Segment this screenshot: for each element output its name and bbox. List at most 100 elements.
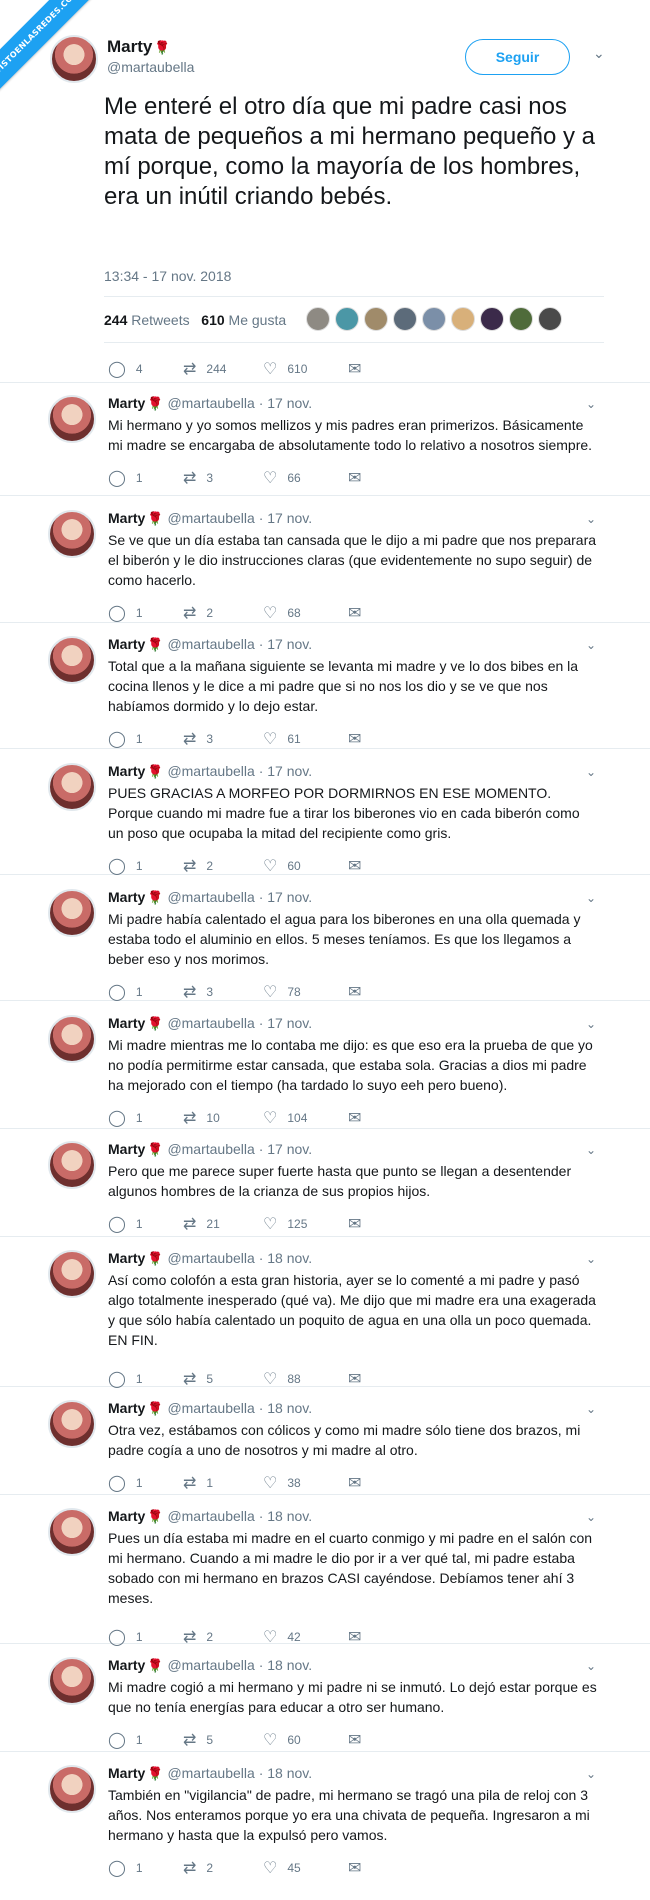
liker-avatar[interactable] [393, 307, 417, 331]
liker-avatar[interactable] [480, 307, 504, 331]
reply-date[interactable]: · 18 nov. [259, 1400, 312, 1416]
author-name[interactable]: Marty [108, 1508, 145, 1524]
message-button[interactable]: ✉ [348, 1108, 371, 1128]
reply-date[interactable]: · 17 nov. [259, 1141, 312, 1157]
author-handle[interactable]: @martaubella [167, 1657, 254, 1673]
message-button[interactable]: ✉ [348, 1858, 371, 1878]
author-handle[interactable]: @martaubella [167, 1765, 254, 1781]
avatar[interactable] [48, 1400, 96, 1448]
like-button[interactable]: ♡ 38 [263, 1473, 301, 1493]
author-name[interactable]: Marty [108, 636, 145, 652]
liker-avatar[interactable] [509, 307, 533, 331]
message-button[interactable]: ✉ [348, 1627, 371, 1647]
chevron-down-icon[interactable]: ⌄ [586, 891, 596, 905]
chevron-down-icon[interactable]: ⌄ [586, 638, 596, 652]
reply-date[interactable]: · 18 nov. [259, 1508, 312, 1524]
reply-date[interactable]: · 17 nov. [259, 395, 312, 411]
chevron-down-icon[interactable]: ⌄ [586, 1017, 596, 1031]
reply-date[interactable]: · 18 nov. [259, 1765, 312, 1781]
author-handle[interactable]: @martaubella [167, 395, 254, 411]
reply-button[interactable]: ◯ 1 [108, 1369, 143, 1389]
author-handle[interactable]: @martaubella [167, 1250, 254, 1266]
avatar[interactable] [50, 35, 98, 83]
chevron-down-icon[interactable]: ⌄ [586, 397, 596, 411]
reply-button[interactable]: ◯ 1 [108, 1473, 143, 1493]
author-name[interactable]: Marty [108, 1015, 145, 1031]
author-name[interactable]: Marty [108, 510, 145, 526]
message-button[interactable]: ✉ [348, 1214, 371, 1234]
like-button[interactable]: ♡ 68 [263, 603, 301, 623]
reply-button[interactable]: ◯ 1 [108, 1108, 143, 1128]
avatar[interactable] [48, 1015, 96, 1063]
liker-avatar[interactable] [451, 307, 475, 331]
chevron-down-icon[interactable]: ⌄ [586, 512, 596, 526]
liker-avatar[interactable] [306, 307, 330, 331]
reply-button[interactable]: ◯ 1 [108, 856, 143, 876]
author-handle[interactable]: @martaubella [107, 59, 194, 75]
avatar[interactable] [48, 395, 96, 443]
retweet-count[interactable]: 244 [104, 312, 127, 328]
message-button[interactable]: ✉ [348, 982, 371, 1002]
author-name[interactable]: Marty [108, 889, 145, 905]
retweet-button[interactable]: ⇄ 1 [183, 1473, 213, 1493]
follow-button[interactable]: Seguir [465, 39, 570, 75]
avatar[interactable] [48, 1508, 96, 1556]
avatar[interactable] [48, 1765, 96, 1813]
author-name[interactable]: Marty [108, 1400, 145, 1416]
message-button[interactable]: ✉ [348, 359, 371, 379]
author-handle[interactable]: @martaubella [167, 1508, 254, 1524]
retweet-button[interactable]: ⇄ 5 [183, 1730, 213, 1750]
avatar[interactable] [48, 1657, 96, 1705]
like-button[interactable]: ♡ 61 [263, 729, 301, 749]
retweet-button[interactable]: ⇄ 10 [183, 1108, 220, 1128]
message-button[interactable]: ✉ [348, 856, 371, 876]
author-handle[interactable]: @martaubella [167, 1015, 254, 1031]
retweet-button[interactable]: ⇄ 3 [183, 729, 213, 749]
author-name[interactable]: Marty [108, 1657, 145, 1673]
reply-date[interactable]: · 17 nov. [259, 763, 312, 779]
message-button[interactable]: ✉ [348, 1730, 371, 1750]
avatar[interactable] [48, 763, 96, 811]
reply-button[interactable]: ◯ 1 [108, 603, 143, 623]
message-button[interactable]: ✉ [348, 603, 371, 623]
author-name[interactable]: Marty [108, 1141, 145, 1157]
retweet-button[interactable]: ⇄ 2 [183, 1858, 213, 1878]
reply-button[interactable]: ◯ 1 [108, 468, 143, 488]
like-button[interactable]: ♡ 42 [263, 1627, 301, 1647]
reply-date[interactable]: · 17 nov. [259, 1015, 312, 1031]
chevron-down-icon[interactable]: ⌄ [586, 765, 596, 779]
like-button[interactable]: ♡ 125 [263, 1214, 307, 1234]
like-button[interactable]: ♡ 88 [263, 1369, 301, 1389]
message-button[interactable]: ✉ [348, 1369, 371, 1389]
avatar[interactable] [48, 636, 96, 684]
author-handle[interactable]: @martaubella [167, 1141, 254, 1157]
message-button[interactable]: ✉ [348, 468, 371, 488]
author-name[interactable]: Marty [108, 1250, 145, 1266]
reply-date[interactable]: · 18 nov. [259, 1250, 312, 1266]
author-name[interactable]: Marty [108, 395, 145, 411]
chevron-down-icon[interactable]: ⌄ [586, 1252, 596, 1266]
liker-avatar[interactable] [335, 307, 359, 331]
author-name[interactable]: Marty [108, 1765, 145, 1781]
like-button[interactable]: ♡ 610 [263, 359, 307, 379]
author-handle[interactable]: @martaubella [167, 510, 254, 526]
liker-avatar[interactable] [538, 307, 562, 331]
reply-button[interactable]: ◯ 1 [108, 1627, 143, 1647]
message-button[interactable]: ✉ [348, 1473, 371, 1493]
like-button[interactable]: ♡ 60 [263, 1730, 301, 1750]
chevron-down-icon[interactable]: ⌄ [593, 45, 605, 62]
retweet-button[interactable]: ⇄ 3 [183, 468, 213, 488]
like-button[interactable]: ♡ 66 [263, 468, 301, 488]
reply-date[interactable]: · 18 nov. [259, 1657, 312, 1673]
chevron-down-icon[interactable]: ⌄ [586, 1659, 596, 1673]
reply-date[interactable]: · 17 nov. [259, 510, 312, 526]
liker-avatar[interactable] [364, 307, 388, 331]
retweet-button[interactable]: ⇄ 21 [183, 1214, 220, 1234]
reply-date[interactable]: · 17 nov. [259, 889, 312, 905]
author-name[interactable]: Marty 🌹 [107, 37, 171, 57]
reply-button[interactable]: ◯ 1 [108, 1730, 143, 1750]
chevron-down-icon[interactable]: ⌄ [586, 1510, 596, 1524]
author-name[interactable]: Marty [108, 763, 145, 779]
like-button[interactable]: ♡ 45 [263, 1858, 301, 1878]
retweet-button[interactable]: ⇄ 2 [183, 603, 213, 623]
